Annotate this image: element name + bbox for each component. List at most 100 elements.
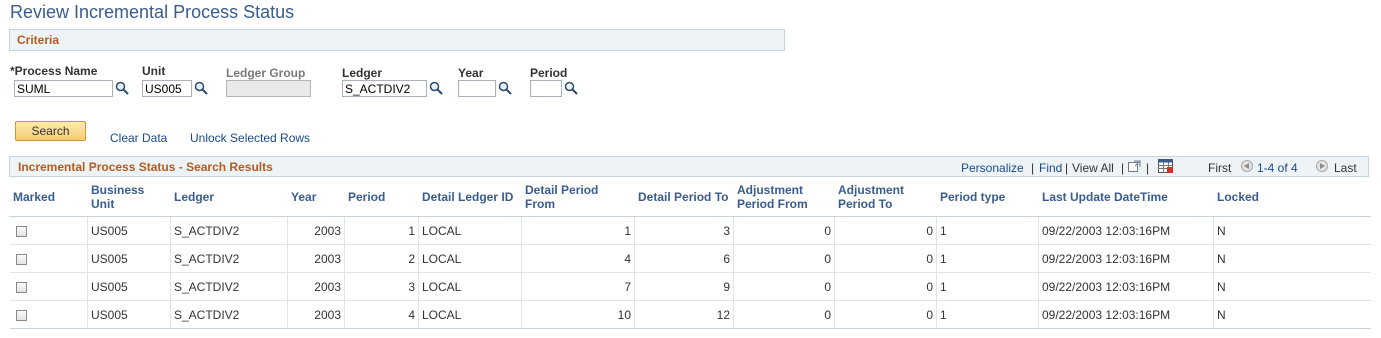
- col-adjustment-period-to: Adjustment Period To: [834, 177, 937, 217]
- table-row: US005 S_ACTDIV2 2003 4 LOCAL 10 12 0 0 1…: [9, 300, 1371, 329]
- previous-arrow-icon[interactable]: [1241, 160, 1253, 172]
- cell-business-unit: US005: [87, 300, 171, 329]
- unit-input[interactable]: [142, 80, 192, 97]
- period-lookup-icon[interactable]: [564, 81, 578, 95]
- cell-year: 2003: [287, 300, 345, 329]
- ledger-label: Ledger: [342, 66, 383, 80]
- ledger-group-label: Ledger Group: [226, 66, 306, 80]
- cell-ledger: S_ACTDIV2: [170, 272, 288, 301]
- col-detail-period-from: Detail Period From: [521, 177, 635, 217]
- table-row: US005 S_ACTDIV2 2003 2 LOCAL 4 6 0 0 1 0…: [9, 244, 1371, 273]
- results-grid-title: Incremental Process Status - Search Resu…: [18, 160, 273, 174]
- cell-detail-period-to: 12: [634, 300, 734, 329]
- cell-detail-period-from: 7: [521, 272, 635, 301]
- unlock-selected-rows-link[interactable]: Unlock Selected Rows: [190, 131, 310, 145]
- table-row: US005 S_ACTDIV2 2003 3 LOCAL 7 9 0 0 1 0…: [9, 272, 1371, 301]
- cell-detail-ledger-id: LOCAL: [418, 300, 522, 329]
- cell-locked: N: [1213, 216, 1371, 245]
- personalize-link[interactable]: Personalize: [961, 161, 1024, 175]
- year-label: Year: [458, 66, 484, 80]
- period-label: Period: [530, 66, 568, 80]
- col-locked: Locked: [1213, 177, 1371, 217]
- search-button[interactable]: Search: [15, 121, 86, 141]
- cell-period: 3: [344, 272, 419, 301]
- cell-adjustment-period-to: 0: [834, 216, 937, 245]
- unit-lookup-icon[interactable]: [194, 81, 208, 95]
- nav-separator: |: [1031, 161, 1035, 175]
- unit-label: Unit: [142, 64, 166, 78]
- page-range: 1-4 of 4: [1257, 161, 1298, 175]
- cell-year: 2003: [287, 244, 345, 273]
- cell-period-type: 1: [936, 300, 1039, 329]
- cell-ledger: S_ACTDIV2: [170, 216, 288, 245]
- col-period: Period: [344, 177, 419, 217]
- cell-ledger: S_ACTDIV2: [170, 300, 288, 329]
- nav-separator: |: [1146, 161, 1150, 175]
- cell-locked: N: [1213, 272, 1371, 301]
- col-detail-ledger-id: Detail Ledger ID: [418, 177, 522, 217]
- next-arrow-icon[interactable]: [1316, 160, 1328, 172]
- col-marked: Marked: [9, 177, 88, 217]
- nav-separator: |: [1121, 161, 1125, 175]
- cell-detail-period-from: 1: [521, 216, 635, 245]
- col-last-update: Last Update DateTime: [1038, 177, 1214, 217]
- row-marked-checkbox[interactable]: [15, 253, 27, 265]
- col-ledger: Ledger: [170, 177, 288, 217]
- cell-ledger: S_ACTDIV2: [170, 244, 288, 273]
- process-name-input[interactable]: [14, 80, 113, 97]
- cell-detail-period-from: 4: [521, 244, 635, 273]
- zoom-grid-icon[interactable]: [1128, 160, 1141, 172]
- cell-detail-ledger-id: LOCAL: [418, 216, 522, 245]
- cell-period: 4: [344, 300, 419, 329]
- cell-period-type: 1: [936, 272, 1039, 301]
- year-lookup-icon[interactable]: [498, 81, 512, 95]
- page-title: Review Incremental Process Status: [10, 2, 295, 22]
- cell-detail-period-to: 6: [634, 244, 734, 273]
- cell-last-update: 09/22/2003 12:03:16PM: [1038, 272, 1214, 301]
- cell-business-unit: US005: [87, 244, 171, 273]
- download-excel-icon[interactable]: [1158, 159, 1174, 174]
- col-year: Year: [287, 177, 345, 217]
- period-input[interactable]: [530, 80, 562, 97]
- cell-business-unit: US005: [87, 216, 171, 245]
- cell-last-update: 09/22/2003 12:03:16PM: [1038, 216, 1214, 245]
- ledger-group-input: [226, 80, 311, 97]
- results-grid-header: Incremental Process Status - Search Resu…: [9, 156, 1369, 177]
- cell-adjustment-period-from: 0: [733, 244, 835, 273]
- cell-year: 2003: [287, 216, 345, 245]
- clear-data-link[interactable]: Clear Data: [110, 131, 167, 145]
- cell-detail-period-to: 9: [634, 272, 734, 301]
- cell-detail-ledger-id: LOCAL: [418, 272, 522, 301]
- find-link[interactable]: Find: [1039, 161, 1062, 175]
- year-input[interactable]: [458, 80, 496, 97]
- view-all-link[interactable]: View All: [1072, 161, 1114, 175]
- nav-separator: |: [1065, 161, 1069, 175]
- cell-adjustment-period-from: 0: [733, 216, 835, 245]
- cell-adjustment-period-from: 0: [733, 300, 835, 329]
- process-name-label: *Process Name: [10, 64, 98, 78]
- row-marked-checkbox[interactable]: [15, 309, 27, 321]
- criteria-header-label: Criteria: [17, 33, 60, 47]
- criteria-section-header: Criteria: [9, 29, 785, 51]
- ledger-input[interactable]: [342, 80, 427, 97]
- col-period-type: Period type: [936, 177, 1039, 217]
- row-marked-checkbox[interactable]: [15, 281, 27, 293]
- cell-period: 1: [344, 216, 419, 245]
- cell-last-update: 09/22/2003 12:03:16PM: [1038, 300, 1214, 329]
- cell-detail-period-to: 3: [634, 216, 734, 245]
- cell-detail-ledger-id: LOCAL: [418, 244, 522, 273]
- cell-period-type: 1: [936, 244, 1039, 273]
- cell-locked: N: [1213, 300, 1371, 329]
- results-table: Marked Business Unit Ledger Year Period …: [9, 177, 1371, 329]
- row-marked-checkbox[interactable]: [15, 225, 27, 237]
- process-name-lookup-icon[interactable]: [115, 81, 129, 95]
- last-label: Last: [1334, 161, 1357, 175]
- cell-adjustment-period-to: 0: [834, 300, 937, 329]
- cell-period-type: 1: [936, 216, 1039, 245]
- col-detail-period-to: Detail Period To: [634, 177, 734, 217]
- ledger-lookup-icon[interactable]: [429, 81, 443, 95]
- cell-period: 2: [344, 244, 419, 273]
- cell-business-unit: US005: [87, 272, 171, 301]
- col-business-unit: Business Unit: [87, 177, 171, 217]
- cell-last-update: 09/22/2003 12:03:16PM: [1038, 244, 1214, 273]
